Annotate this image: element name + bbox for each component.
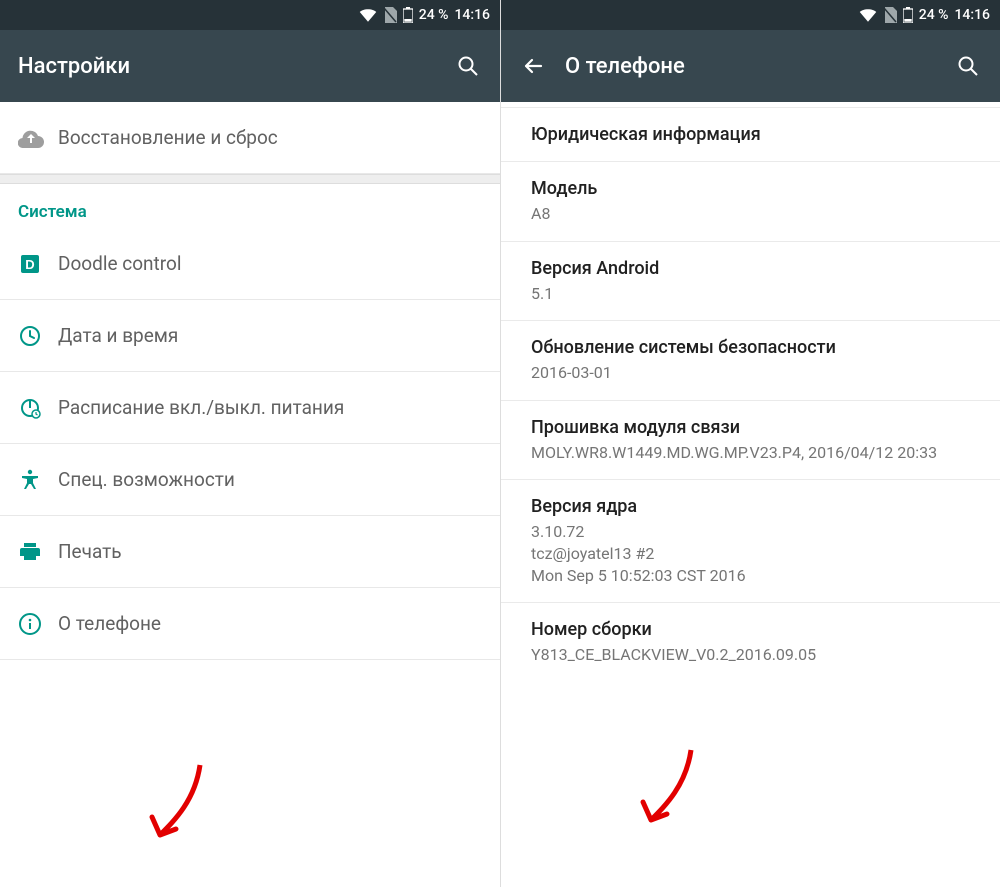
- clock: 14:16: [954, 7, 990, 23]
- row-label: О телефоне: [58, 612, 482, 635]
- no-sim-icon: [383, 7, 397, 23]
- svg-text:D: D: [25, 257, 34, 272]
- battery-icon: [403, 7, 413, 23]
- section-divider: [0, 174, 500, 184]
- accessibility-icon: [18, 468, 58, 492]
- status-bar: 24 % 14:16: [501, 0, 1000, 30]
- section-header-system: Система: [0, 184, 500, 228]
- clock-icon: [18, 324, 58, 348]
- search-button[interactable]: [954, 52, 982, 80]
- cloud-upload-icon: [18, 128, 58, 148]
- row-scheduled-power[interactable]: Расписание вкл./выкл. питания: [0, 372, 500, 444]
- row-title: Прошивка модуля связи: [531, 417, 970, 438]
- info-icon: [18, 612, 58, 636]
- row-legal-info[interactable]: Юридическая информация: [501, 108, 1000, 162]
- search-icon: [956, 54, 980, 78]
- row-title: Юридическая информация: [531, 124, 970, 145]
- row-model[interactable]: Модель A8: [501, 162, 1000, 242]
- section-label: Система: [18, 202, 482, 222]
- print-icon: [18, 540, 58, 564]
- page-title: Настройки: [18, 54, 436, 79]
- row-value: Y813_CE_BLACKVIEW_V0.2_2016.09.05: [531, 644, 970, 666]
- page-title: О телефоне: [565, 54, 936, 79]
- app-bar: Настройки: [0, 30, 500, 102]
- row-label: Восстановление и сброс: [58, 126, 482, 149]
- no-sim-icon: [883, 7, 897, 23]
- row-label: Дата и время: [58, 324, 482, 347]
- row-doodle-control[interactable]: D Doodle control: [0, 228, 500, 300]
- row-title: Модель: [531, 178, 970, 199]
- row-baseband[interactable]: Прошивка модуля связи MOLY.WR8.W1449.MD.…: [501, 401, 1000, 481]
- battery-icon: [903, 7, 913, 23]
- doodle-icon: D: [18, 252, 58, 276]
- back-button[interactable]: [519, 52, 547, 80]
- battery-percent: 24 %: [419, 7, 449, 23]
- power-schedule-icon: [18, 396, 58, 420]
- row-value: MOLY.WR8.W1449.MD.WG.MP.V23.P4, 2016/04/…: [531, 442, 970, 464]
- row-value: 5.1: [531, 283, 970, 305]
- row-title: Обновление системы безопасности: [531, 337, 970, 358]
- settings-list: Восстановление и сброс Система D Doodle …: [0, 102, 500, 887]
- battery-percent: 24 %: [919, 7, 949, 23]
- phone-right: 24 % 14:16 О телефоне Юридическая информ…: [500, 0, 1000, 887]
- row-accessibility[interactable]: Спец. возможности: [0, 444, 500, 516]
- search-icon: [456, 54, 480, 78]
- search-button[interactable]: [454, 52, 482, 80]
- app-bar: О телефоне: [501, 30, 1000, 102]
- about-list: Юридическая информация Модель A8 Версия …: [501, 102, 1000, 887]
- arrow-back-icon: [521, 54, 545, 78]
- row-kernel-version[interactable]: Версия ядра 3.10.72 tcz@joyatel13 #2 Mon…: [501, 480, 1000, 603]
- clock: 14:16: [454, 7, 490, 23]
- phone-left: 24 % 14:16 Настройки Восстановление и сб…: [0, 0, 500, 887]
- row-title: Номер сборки: [531, 619, 970, 640]
- row-title: Версия Android: [531, 258, 970, 279]
- row-label: Спец. возможности: [58, 468, 482, 491]
- row-label: Расписание вкл./выкл. питания: [58, 396, 482, 419]
- row-backup-reset[interactable]: Восстановление и сброс: [0, 102, 500, 174]
- row-security-patch[interactable]: Обновление системы безопасности 2016-03-…: [501, 321, 1000, 401]
- row-title: Версия ядра: [531, 496, 970, 517]
- row-label: Печать: [58, 540, 482, 563]
- row-android-version[interactable]: Версия Android 5.1: [501, 242, 1000, 322]
- status-bar: 24 % 14:16: [0, 0, 500, 30]
- row-value: 2016-03-01: [531, 362, 970, 384]
- row-date-time[interactable]: Дата и время: [0, 300, 500, 372]
- row-value: A8: [531, 203, 970, 225]
- wifi-icon: [359, 8, 377, 22]
- row-label: Doodle control: [58, 252, 482, 275]
- row-value: 3.10.72 tcz@joyatel13 #2 Mon Sep 5 10:52…: [531, 521, 970, 586]
- row-build-number[interactable]: Номер сборки Y813_CE_BLACKVIEW_V0.2_2016…: [501, 603, 1000, 682]
- row-about-phone[interactable]: О телефоне: [0, 588, 500, 660]
- row-print[interactable]: Печать: [0, 516, 500, 588]
- wifi-icon: [859, 8, 877, 22]
